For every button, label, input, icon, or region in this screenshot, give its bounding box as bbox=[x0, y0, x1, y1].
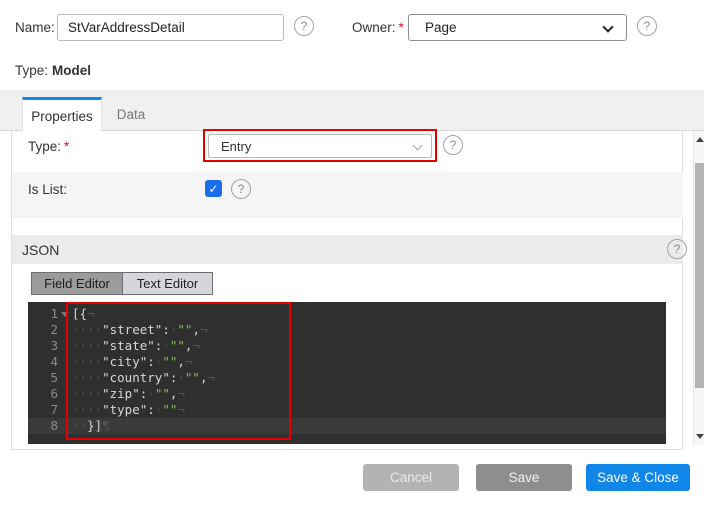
chevron-down-icon bbox=[602, 21, 613, 32]
code-line[interactable]: 7····"type":·""¬ bbox=[28, 402, 666, 418]
required-asterisk: * bbox=[399, 20, 404, 35]
code-line-text: ····"zip":·"",¬ bbox=[72, 386, 185, 402]
tab-properties[interactable]: Properties bbox=[22, 97, 102, 132]
is-list-help-icon[interactable]: ? bbox=[231, 179, 251, 199]
owner-select[interactable]: Page bbox=[408, 14, 627, 41]
entry-type-dropdown[interactable]: Entry bbox=[208, 134, 432, 158]
entry-type-value: Entry bbox=[221, 139, 251, 154]
code-line-text: ····"type":·""¬ bbox=[72, 402, 185, 418]
code-line[interactable]: 4····"city":·"",¬ bbox=[28, 354, 666, 370]
line-number: 3 bbox=[28, 338, 72, 354]
code-lines: 1[{¬2····"street":·"",¬3····"state":·"",… bbox=[28, 306, 666, 434]
code-line[interactable]: 8··}]¶ bbox=[28, 418, 666, 434]
json-code-editor[interactable]: 1[{¬2····"street":·"",¬3····"state":·"",… bbox=[28, 302, 666, 444]
is-list-row bbox=[12, 172, 683, 218]
json-section-title: JSON bbox=[22, 242, 59, 258]
editor-mode-toggle: Field Editor Text Editor bbox=[31, 272, 213, 295]
vertical-scrollbar[interactable] bbox=[693, 131, 704, 445]
code-line[interactable]: 2····"street":·"",¬ bbox=[28, 322, 666, 338]
line-number: 6 bbox=[28, 386, 72, 402]
code-line[interactable]: 5····"country":·"",¬ bbox=[28, 370, 666, 386]
variable-type-value: Model bbox=[52, 63, 91, 78]
code-line-text: ··}]¶ bbox=[72, 418, 110, 434]
save-and-close-button[interactable]: Save & Close bbox=[586, 464, 690, 491]
tab-data-label: Data bbox=[117, 107, 146, 122]
variable-type-line: Type:Model bbox=[15, 63, 91, 78]
required-asterisk: * bbox=[64, 139, 69, 154]
name-label: Name:* bbox=[15, 20, 63, 35]
owner-select-value: Page bbox=[425, 20, 457, 35]
field-editor-button[interactable]: Field Editor bbox=[32, 273, 122, 294]
variable-editor-dialog: Name:* ? Owner:* Page ? Type:Model Prope… bbox=[0, 0, 704, 511]
owner-help-icon[interactable]: ? bbox=[637, 16, 657, 36]
code-line-text: ····"state":·"",¬ bbox=[72, 338, 200, 354]
entry-type-help-icon[interactable]: ? bbox=[443, 135, 463, 155]
line-number: 8 bbox=[28, 418, 72, 434]
is-list-checkbox[interactable]: ✓ bbox=[205, 180, 222, 197]
save-button[interactable]: Save bbox=[476, 464, 572, 491]
scroll-down-arrow-icon[interactable] bbox=[696, 434, 704, 439]
code-line[interactable]: 1[{¬ bbox=[28, 306, 666, 322]
is-list-label: Is List: bbox=[28, 182, 67, 197]
tab-data[interactable]: Data bbox=[102, 97, 160, 131]
name-input[interactable] bbox=[57, 14, 284, 41]
name-help-icon[interactable]: ? bbox=[294, 16, 314, 36]
code-line[interactable]: 3····"state":·"",¬ bbox=[28, 338, 666, 354]
code-line-text: [{¬ bbox=[72, 306, 95, 322]
json-help-icon[interactable]: ? bbox=[667, 239, 687, 259]
scrollbar-thumb[interactable] bbox=[695, 163, 704, 388]
entry-type-label: Type:* bbox=[28, 139, 69, 154]
text-editor-button[interactable]: Text Editor bbox=[122, 273, 212, 294]
scroll-up-arrow-icon[interactable] bbox=[696, 137, 704, 142]
line-number: 1 bbox=[28, 306, 72, 322]
owner-label: Owner:* bbox=[352, 20, 404, 35]
line-number: 4 bbox=[28, 354, 72, 370]
tab-properties-label: Properties bbox=[31, 109, 93, 124]
code-line-text: ····"country":·"",¬ bbox=[72, 370, 215, 386]
code-line-text: ····"street":·"",¬ bbox=[72, 322, 208, 338]
line-number: 7 bbox=[28, 402, 72, 418]
code-line-text: ····"city":·"",¬ bbox=[72, 354, 192, 370]
line-number: 2 bbox=[28, 322, 72, 338]
chevron-down-icon bbox=[413, 141, 423, 151]
checkmark-icon: ✓ bbox=[208, 182, 218, 196]
code-line[interactable]: 6····"zip":·"",¬ bbox=[28, 386, 666, 402]
fold-arrow-icon[interactable] bbox=[61, 312, 69, 317]
line-number: 5 bbox=[28, 370, 72, 386]
cancel-button[interactable]: Cancel bbox=[363, 464, 459, 491]
json-section-header: JSON bbox=[12, 235, 683, 264]
